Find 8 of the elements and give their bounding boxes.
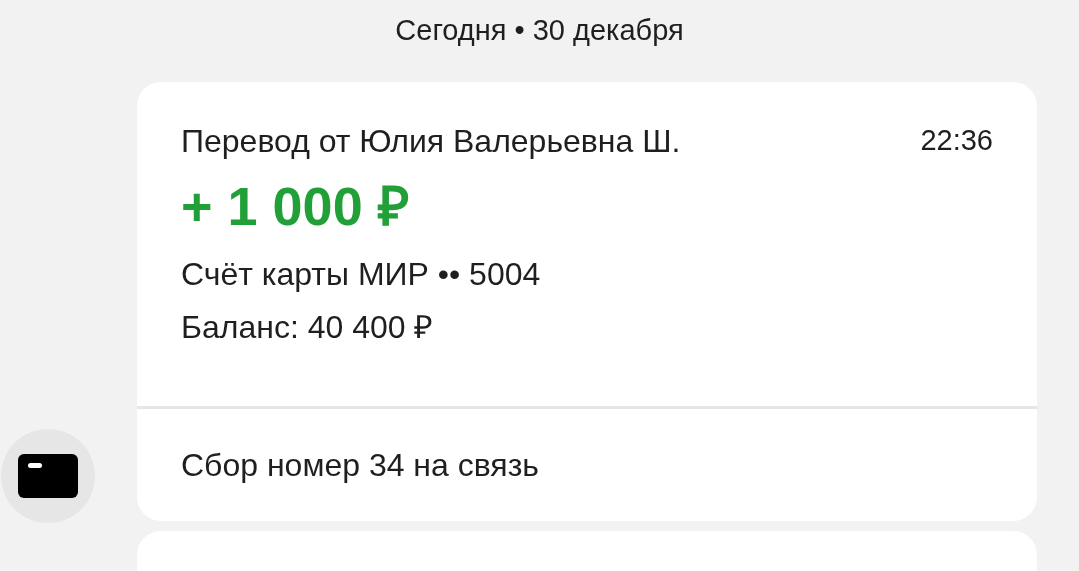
date-header: Сегодня • 30 декабря <box>395 13 684 49</box>
message-time: 22:36 <box>920 123 993 159</box>
amount: + 1 000 ₽ <box>181 175 410 238</box>
card-icon <box>17 454 78 498</box>
balance-line: Баланс: 40 400 ₽ <box>181 308 435 347</box>
message-comment: Сбор номер 34 на связь <box>181 446 540 485</box>
account-line: Счёт карты МИР •• 5004 <box>181 255 542 294</box>
message-title: Перевод от Юлия Валерьевна Ш. <box>181 122 681 161</box>
